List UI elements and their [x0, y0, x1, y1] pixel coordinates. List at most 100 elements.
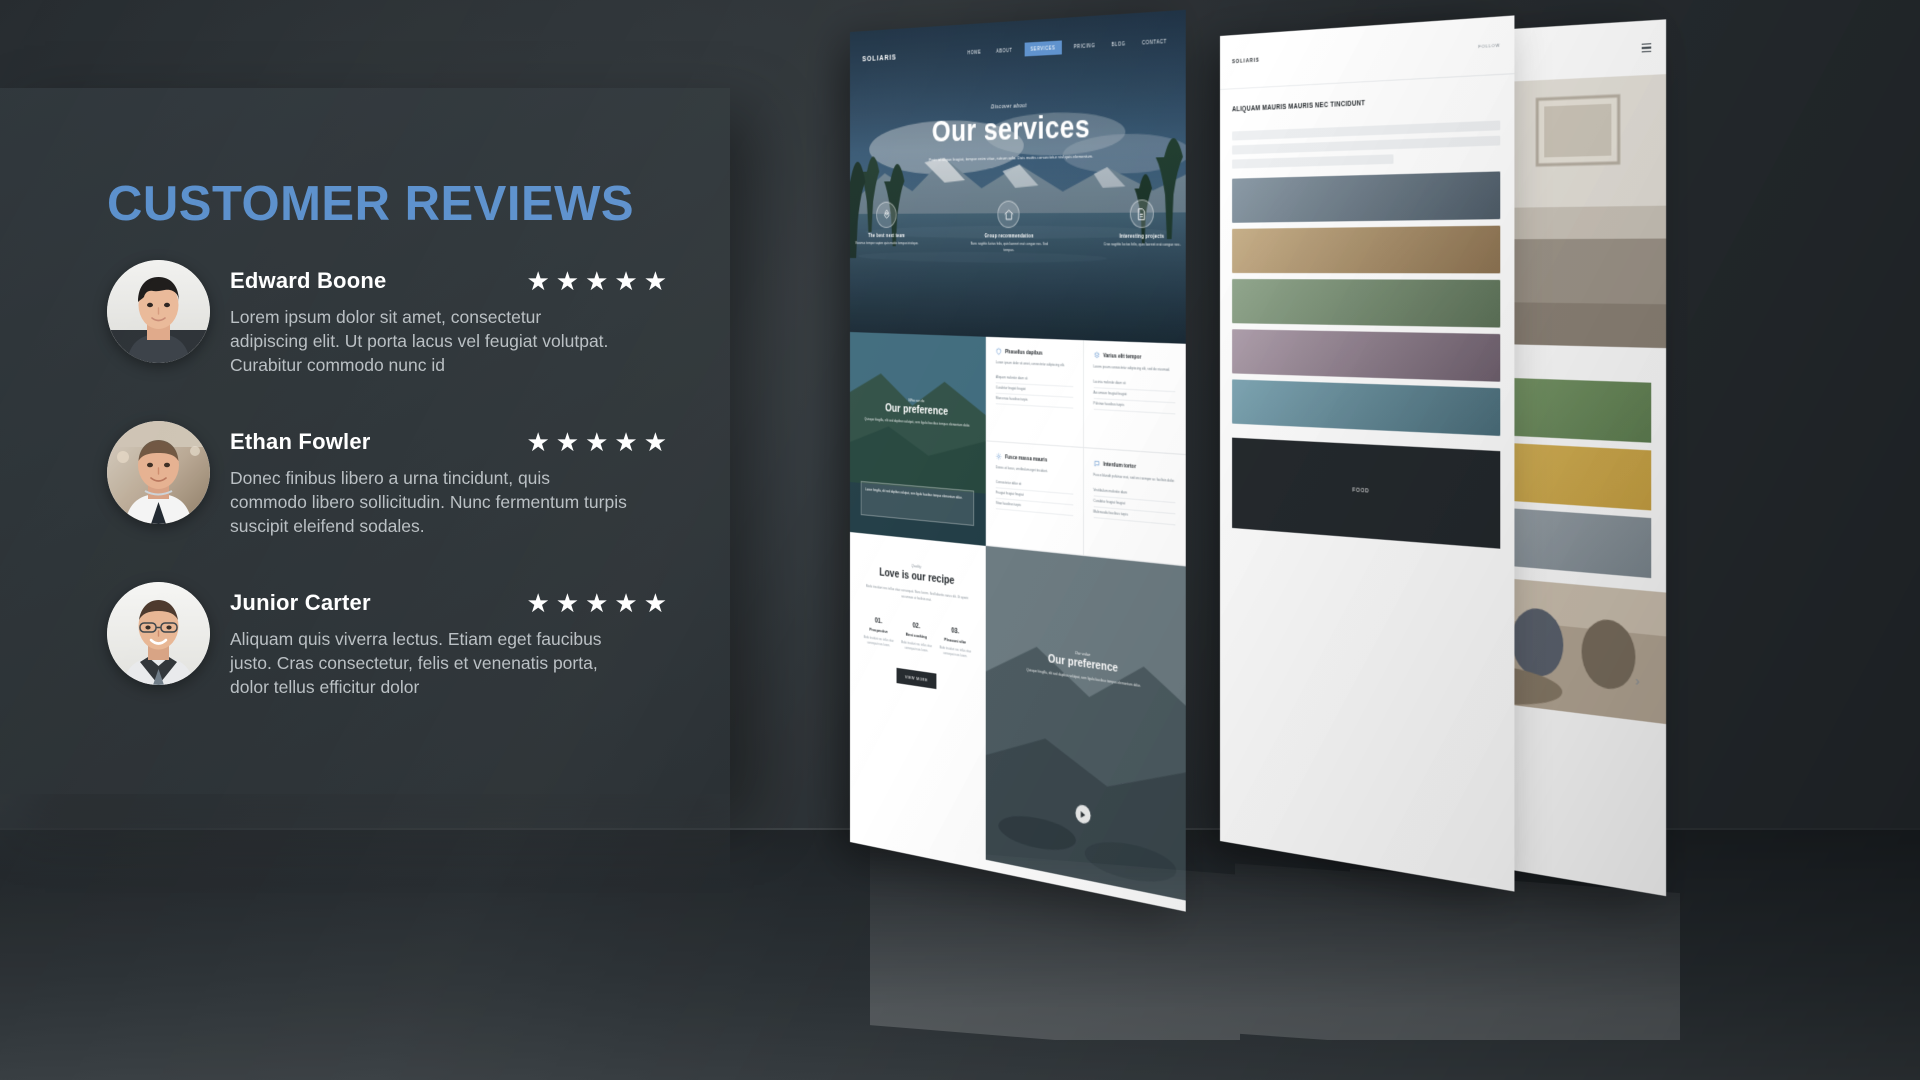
mockup-page-mid[interactable]: SOLIARIS FOLLOW ALIQUAM MAURIS MAURIS NE…	[1220, 15, 1515, 892]
star-icon: ★	[526, 266, 550, 296]
star-icon: ★	[555, 588, 580, 618]
avatar	[107, 421, 210, 524]
star-icon: ★	[526, 427, 550, 457]
hero-feature[interactable]: Interesting projects Cras sagittis luctu…	[1099, 199, 1186, 255]
review-header: Ethan Fowler ★ ★ ★ ★ ★	[230, 427, 667, 457]
hero-feature-desc: Cras sagittis luctus felis, quis laoreet…	[1103, 242, 1181, 247]
feature-cell-desc: Fusce blandit pulvinar erat, sed orci se…	[1093, 472, 1175, 484]
nav-item-home[interactable]: HOME	[964, 46, 984, 59]
document-icon	[1129, 199, 1154, 229]
feature-cell-header: Fusce massa mauris	[996, 453, 1073, 466]
feature-cell-header: Interdum tortor	[1093, 460, 1175, 474]
star-icon: ★	[614, 427, 638, 457]
star-icon: ★	[555, 266, 580, 296]
mockup-page-front[interactable]: SOLIARIS HOME ABOUT SERVICES PRICING BLO…	[850, 9, 1186, 912]
feature-cell-title: Interdum tortor	[1103, 460, 1136, 470]
step-desc: Morbi tincidunt nec tellus vitae consequ…	[900, 639, 932, 653]
hero-feature[interactable]: Group recommendation Nunc sagittis luctu…	[969, 200, 1049, 254]
preference2-photo-panel: Our value Our preference Quisque fringil…	[985, 545, 1186, 901]
chevron-right-icon[interactable]: ›	[1630, 672, 1645, 690]
star-icon: ★	[614, 266, 638, 296]
rocket-icon	[876, 201, 897, 229]
recipe-step: 02. Best cooking Morbi tincidunt nec tel…	[900, 620, 934, 654]
hero-feature[interactable]: The best next team Vivamus tempor sapien…	[850, 201, 924, 252]
nav-item-blog[interactable]: BLOG	[1108, 37, 1129, 50]
star-icon: ★	[585, 427, 609, 457]
step-desc: Morbi tincidunt nec tellus vitae consequ…	[863, 634, 894, 648]
mockup-mid-brand: SOLIARIS	[1232, 57, 1260, 65]
review-item: Ethan Fowler ★ ★ ★ ★ ★ Donec finibus lib…	[107, 421, 667, 539]
feature-cell-header: Varius elit tempor	[1093, 351, 1175, 362]
chat-icon	[1093, 460, 1099, 468]
nav-item-pricing[interactable]: PRICING	[1070, 39, 1098, 52]
reviewer-name: Edward Boone	[230, 268, 387, 293]
hero-feature-title: Interesting projects	[1119, 233, 1165, 240]
hero-feature-title: The best next team	[868, 233, 905, 239]
avatar	[107, 260, 210, 363]
hero-feature-desc: Vivamus tempor sapien quis mattis tempus…	[855, 241, 919, 246]
hero-feature-icons: The best next team Vivamus tempor sapien…	[850, 199, 1186, 255]
mockup-mid-footer-label: FOOD	[1352, 487, 1370, 495]
step-number: 02.	[912, 621, 921, 631]
brand-logo[interactable]: SOLIARIS	[862, 52, 896, 63]
step-desc: Morbi tincidunt nec tellus vitae consequ…	[939, 645, 972, 659]
feature-cell-list: Consectetur dolor sit Feugiat feugiat fe…	[995, 477, 1073, 516]
nav-item-services[interactable]: SERVICES	[1024, 39, 1062, 56]
star-icon: ★	[526, 588, 550, 618]
review-header: Junior Carter ★ ★ ★ ★ ★	[230, 588, 667, 618]
review-text: Aliquam quis viverra lectus. Etiam eget …	[230, 629, 602, 697]
star-icon: ★	[643, 427, 667, 457]
feature-cell[interactable]: Interdum tortor Fusce blandit pulvinar e…	[1082, 448, 1186, 567]
feature-cell-list: Lacinia molestie diam sit Accumsan feugi…	[1093, 376, 1176, 415]
step-title: Pleasant vibe	[944, 636, 967, 645]
layers-icon	[1093, 351, 1099, 359]
reviewer-name: Junior Carter	[230, 590, 371, 615]
star-icon: ★	[614, 588, 638, 618]
feature-cell[interactable]: Fusce massa mauris Donec at lacus, vesti…	[985, 441, 1083, 556]
star-rating: ★ ★ ★ ★ ★	[526, 268, 667, 294]
nav-item-about[interactable]: ABOUT	[993, 44, 1016, 57]
customer-reviews-panel: CUSTOMER REVIEWS Edward Boone ★ ★ ★ ★ ★ …	[0, 88, 730, 794]
nav-item-contact[interactable]: CONTACT	[1138, 35, 1170, 49]
star-icon: ★	[643, 266, 667, 296]
review-item: Edward Boone ★ ★ ★ ★ ★ Lorem ipsum dolor…	[107, 260, 667, 378]
thumb-image	[1232, 171, 1501, 223]
mockup-mid-nav-label[interactable]: FOLLOW	[1478, 42, 1500, 49]
step-title: Prospective	[869, 626, 888, 634]
feature-cell-desc: Lorem ipsum consectetur adipiscing elit,…	[1093, 364, 1170, 373]
review-text: Lorem ipsum dolor sit amet, consectetur …	[230, 307, 609, 375]
feature-cell-title: Phasellus dapibus	[1005, 348, 1043, 357]
gear-icon	[996, 453, 1002, 461]
mockup-mid-thumbs	[1220, 171, 1514, 437]
nav-menu: HOME ABOUT SERVICES PRICING BLOG CONTACT	[964, 33, 1171, 59]
website-mockup-stack: PROGETTI › SOLIARIS FOLLOW ALI	[830, 0, 1920, 1080]
preference-photo-panel: Who we do Our preference Quisque fringil…	[850, 332, 986, 546]
hero-feature-title: Group recommendation	[984, 233, 1034, 239]
mockup-section-preference: Who we do Our preference Quisque fringil…	[850, 332, 1186, 567]
feature-grid: Phasellus dapibus Lorem ipsum dolor sit …	[985, 336, 1186, 567]
star-rating: ★ ★ ★ ★ ★	[526, 590, 667, 616]
star-icon: ★	[585, 266, 609, 296]
step-title: Best cooking	[905, 631, 927, 640]
hero-feature-desc: Nunc sagittis luctus felis, quis laoreet…	[970, 241, 1049, 252]
thumb-image	[1232, 328, 1501, 382]
review-body: Ethan Fowler ★ ★ ★ ★ ★ Donec finibus lib…	[230, 421, 667, 539]
feature-cell-title: Varius elit tempor	[1103, 352, 1142, 361]
star-icon: ★	[585, 588, 609, 618]
text-row	[1232, 154, 1394, 169]
mockup-hero: SOLIARIS HOME ABOUT SERVICES PRICING BLO…	[850, 9, 1186, 344]
mockup-mid-footer-banner: FOOD	[1232, 437, 1501, 549]
view-more-button[interactable]: VIEW MORE	[896, 667, 937, 689]
feature-cell[interactable]: Varius elit tempor Lorem ipsum consectet…	[1082, 340, 1186, 456]
mockup-mid-headline: ALIQUAM MAURIS MAURIS NEC TINCIDUNT	[1232, 99, 1366, 114]
feature-cell[interactable]: Phasellus dapibus Lorem ipsum dolor sit …	[985, 336, 1083, 449]
thumb-image	[1232, 225, 1501, 274]
hamburger-icon[interactable]	[1641, 41, 1652, 54]
avatar	[107, 582, 210, 685]
recipe-panel: Quality Love is our recipe Morbi tincidu…	[850, 532, 986, 860]
feature-cell-list: Aliquam molestie diam sit Curabitur feug…	[995, 372, 1073, 409]
feature-cell-header: Phasellus dapibus	[996, 348, 1073, 358]
page-title: CUSTOMER REVIEWS	[107, 177, 635, 231]
home-icon	[997, 200, 1020, 229]
review-item: Junior Carter ★ ★ ★ ★ ★ Aliquam quis viv…	[107, 582, 667, 700]
